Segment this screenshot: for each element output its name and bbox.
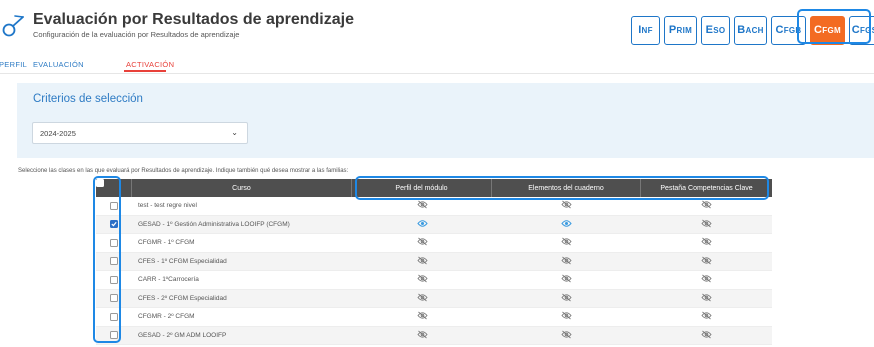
- eye-off-icon: [701, 219, 712, 230]
- level-label-first: E: [705, 24, 714, 36]
- school-year-value: 2024-2025: [40, 129, 76, 138]
- table-row: CARR - 1ºCarrocería: [96, 271, 772, 290]
- level-label-rest: RIM: [676, 25, 693, 35]
- course-name-cell: CFGMR - 1º CFGM: [138, 239, 195, 247]
- elementos-visibility-toggle[interactable]: [492, 234, 641, 252]
- eye-off-icon: [561, 256, 572, 267]
- eye-off-icon: [416, 200, 428, 211]
- course-name-cell: CARR - 1ºCarrocería: [138, 276, 199, 284]
- highlight-box-checkboxes: [93, 176, 121, 343]
- tab-evaluacion[interactable]: EVALUACIÓN: [33, 60, 84, 69]
- column-header-curso: Curso: [132, 179, 352, 197]
- elementos-visibility-toggle[interactable]: [492, 308, 641, 326]
- highlight-box-columns: [355, 176, 769, 200]
- page-title: Evaluación por Resultados de aprendizaje: [33, 11, 354, 28]
- courses-table: Curso Perfil del módulo Elementos del cu…: [96, 179, 772, 345]
- connection-logo-icon: [2, 15, 24, 37]
- criteria-panel: Criterios de selección 2024-2025 ⌄: [17, 83, 874, 158]
- perfil-visibility-toggle[interactable]: [352, 234, 492, 252]
- pestana-visibility-toggle[interactable]: [641, 308, 772, 326]
- elementos-visibility-toggle[interactable]: [492, 216, 641, 234]
- active-tab-indicator: [124, 70, 166, 72]
- perfil-visibility-toggle[interactable]: [352, 290, 492, 308]
- eye-off-icon: [416, 237, 428, 248]
- page-subtitle: Configuración de la evaluación por Resul…: [33, 30, 240, 39]
- eye-off-icon: [701, 200, 712, 211]
- elementos-visibility-toggle[interactable]: [492, 253, 641, 271]
- eye-icon: [416, 219, 428, 230]
- eye-off-icon: [561, 274, 572, 285]
- course-name-cell: CFES - 2º CFGM Especialidad: [138, 294, 227, 302]
- elementos-visibility-toggle[interactable]: [492, 290, 641, 308]
- course-name-cell: GESAD - 2º GM ADM LOOIFP: [138, 331, 227, 339]
- pestana-visibility-toggle[interactable]: [641, 327, 772, 345]
- level-button-bach[interactable]: B ACH: [734, 15, 767, 45]
- pestana-visibility-toggle[interactable]: [641, 253, 772, 271]
- elementos-visibility-toggle[interactable]: [492, 327, 641, 345]
- pestana-visibility-toggle[interactable]: [641, 216, 772, 234]
- eye-off-icon: [701, 311, 712, 322]
- eye-off-icon: [701, 256, 712, 267]
- eye-off-icon: [416, 293, 428, 304]
- table-row: GESAD - 2º GM ADM LOOIFP: [96, 326, 772, 345]
- instructions-text: Seleccione las clases en las que evaluar…: [18, 168, 349, 174]
- eye-off-icon: [561, 293, 572, 304]
- perfil-visibility-toggle[interactable]: [352, 327, 492, 345]
- tab-activacion[interactable]: ACTIVACIÓN: [126, 60, 174, 69]
- perfil-visibility-toggle[interactable]: [352, 271, 492, 289]
- eye-off-icon: [561, 237, 572, 248]
- page-header: Evaluación por Resultados de aprendizaje…: [0, 0, 874, 50]
- eye-off-icon: [416, 311, 428, 322]
- eye-off-icon: [701, 237, 712, 248]
- eye-off-icon: [416, 330, 428, 341]
- eye-off-icon: [701, 330, 712, 341]
- level-label-first: P: [668, 24, 677, 36]
- table-body: test - test regre nivel GESAD - 1º Gestió…: [96, 197, 772, 345]
- eye-icon: [561, 219, 572, 230]
- course-name-cell: test - test regre nivel: [138, 202, 197, 210]
- table-row: GESAD - 1º Gestión Administrativa LOOIFP…: [96, 215, 772, 234]
- chevron-down-icon: ⌄: [231, 128, 238, 137]
- course-name-cell: CFGMR - 2º CFGM: [138, 313, 195, 321]
- level-label-first: B: [737, 24, 746, 36]
- tab-perfil[interactable]: PERFIL: [0, 60, 27, 69]
- table-row: CFGMR - 1º CFGM: [96, 234, 772, 253]
- pestana-visibility-toggle[interactable]: [641, 290, 772, 308]
- level-label-rest: SO: [713, 25, 726, 35]
- eye-off-icon: [701, 293, 712, 304]
- table-row: CFES - 1º CFGM Especialidad: [96, 252, 772, 271]
- highlight-box-levels: [797, 9, 871, 44]
- table-row: CFES - 2º CFGM Especialidad: [96, 289, 772, 308]
- perfil-visibility-toggle[interactable]: [352, 216, 492, 234]
- eye-off-icon: [561, 311, 572, 322]
- school-year-select[interactable]: 2024-2025 ⌄: [32, 122, 248, 144]
- course-name-cell: GESAD - 1º Gestión Administrativa LOOIFP…: [138, 220, 290, 228]
- eye-off-icon: [701, 274, 712, 285]
- pestana-visibility-toggle[interactable]: [641, 234, 772, 252]
- elementos-visibility-toggle[interactable]: [492, 271, 641, 289]
- criteria-title: Criterios de selección: [33, 93, 143, 105]
- level-button-eso[interactable]: E SO: [701, 15, 730, 45]
- level-label-rest: NF: [641, 25, 653, 35]
- course-name-cell: CFES - 1º CFGM Especialidad: [138, 257, 227, 265]
- level-label-first: C: [775, 24, 784, 36]
- eye-off-icon: [561, 200, 572, 211]
- perfil-visibility-toggle[interactable]: [352, 308, 492, 326]
- eye-off-icon: [416, 274, 428, 285]
- level-button-prim[interactable]: P RIM: [664, 15, 697, 45]
- level-button-inf[interactable]: I NF: [631, 15, 660, 45]
- table-row: CFGMR - 2º CFGM: [96, 308, 772, 327]
- eye-off-icon: [561, 330, 572, 341]
- eye-off-icon: [416, 256, 428, 267]
- pestana-visibility-toggle[interactable]: [641, 271, 772, 289]
- perfil-visibility-toggle[interactable]: [352, 253, 492, 271]
- level-label-rest: ACH: [745, 25, 764, 35]
